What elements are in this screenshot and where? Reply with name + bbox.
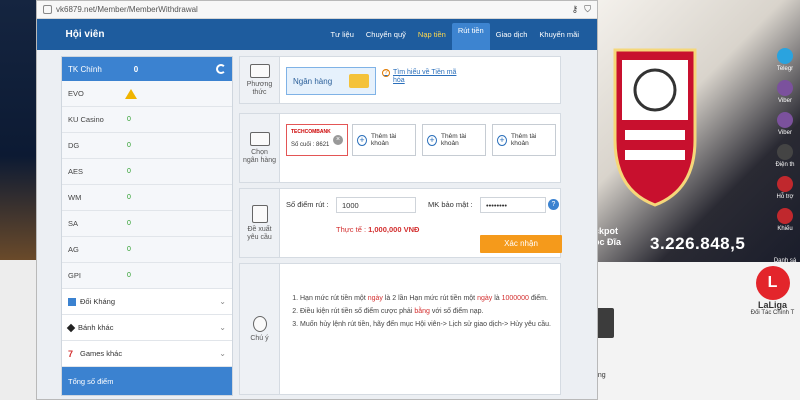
promo-jackpot-amount: 3.226.848,5 [650, 234, 746, 253]
promo-jackpot-text: ckpot ọc Đĩa [594, 226, 622, 247]
balance-panel: TK Chính 0 EVO KU Casino 0 DG 0 AES 0 WM 0 S… [61, 56, 233, 396]
method-bank-option[interactable]: Ngân hàng [286, 67, 376, 95]
actual-amount: Thực tế : 1,000,000 VNĐ [336, 225, 420, 234]
page-title: Hội viên [65, 29, 105, 40]
side-item-support[interactable]: Hỗ trợ [770, 168, 800, 200]
site-side-menu: Telegr Viber Viber Điện th Hỗ trợ Khiếu … [770, 40, 800, 264]
address-bar-actions: ⚷ ⛉ [572, 4, 591, 15]
notes-label-cell: Chú ý [240, 264, 280, 394]
add-account-button[interactable]: + Thêm tài khoản [352, 124, 416, 156]
total-points-row: Tổng số điểm [62, 367, 232, 395]
member-tabs: Tư liệu Chuyển quỹ Nạp tiền Rút tiền Gia… [325, 23, 586, 50]
plus-icon: + [357, 134, 368, 146]
bank-label-cell: Chọn ngân hàng [240, 114, 280, 182]
close-icon[interactable]: × [333, 135, 343, 145]
tab-deposit[interactable]: Nạp tiền [412, 23, 452, 45]
chevron-down-icon: ⌄ [219, 349, 226, 358]
wallet-row: WM 0 [62, 185, 232, 211]
points-label: Số điểm rút : [286, 200, 329, 209]
tab-transactions[interactable]: Giao dịch [490, 23, 534, 45]
method-section: Phương thức Ngân hàng ? Tìm hiểu về Tiền… [239, 56, 561, 104]
url-text[interactable]: vk6879.net/Member/MemberWithdrawal [56, 5, 198, 14]
background-left-bottom [0, 260, 40, 400]
wallet-row: SA 0 [62, 211, 232, 237]
shield-icon[interactable]: ⛉ [584, 4, 591, 15]
side-item-complaint[interactable]: Khiếu [770, 200, 800, 232]
tab-promotions[interactable]: Khuyến mãi [533, 23, 585, 45]
page-body: TK Chính 0 EVO KU Casino 0 DG 0 AES 0 WM 0 S… [37, 51, 597, 399]
question-icon: ? [382, 69, 390, 77]
address-bar: vk6879.net/Member/MemberWithdrawal ⚷ ⛉ [37, 1, 597, 19]
key-icon[interactable]: ⚷ [572, 4, 579, 15]
group-row-versus[interactable]: Đối Kháng ⌄ [62, 289, 232, 315]
wallet-row: DG 0 [62, 133, 232, 159]
wallet-row: GPI 0 [62, 263, 232, 289]
wallet-row-evo: EVO [62, 81, 232, 107]
side-item-viber[interactable]: Viber [770, 72, 800, 104]
side-item-phone[interactable]: Điện th [770, 136, 800, 168]
request-label-cell: Đề xuất yêu cầu [240, 189, 280, 257]
wallet-row: AES 0 [62, 159, 232, 185]
laliga-logo-icon: L [755, 266, 790, 300]
wallet-row: AG 0 [62, 237, 232, 263]
lightbulb-icon [252, 315, 267, 332]
wallet-row: KU Casino 0 [62, 107, 232, 133]
points-input[interactable]: 1000 [336, 197, 416, 213]
note-item: Điều kiện rút tiền số điểm cược phải bằn… [300, 307, 552, 317]
bank-section: Chọn ngân hàng TECHCOMBANK Số cuối : 862… [239, 113, 561, 183]
main-account-row: TK Chính 0 [62, 57, 232, 81]
crypto-info-link[interactable]: ? Tìm hiểu về Tiền mã hóa [382, 69, 456, 85]
chevron-down-icon: ⌄ [219, 323, 226, 332]
seven-icon: 7 [68, 348, 74, 359]
withdraw-window: vk6879.net/Member/MemberWithdrawal ⚷ ⛉ H… [36, 0, 598, 400]
add-account-button[interactable]: + Thêm tài khoản [422, 124, 486, 156]
add-account-button[interactable]: + Thêm tài khoản [492, 124, 556, 156]
versus-icon [68, 297, 76, 306]
group-row-other-cards[interactable]: Bánh khác ⌄ [62, 315, 232, 341]
tab-profile[interactable]: Tư liệu [325, 23, 360, 45]
chevron-down-icon: ⌄ [219, 297, 226, 306]
main-account-value: 0 [133, 64, 139, 74]
withdraw-request-section: Đề xuất yêu cầu Số điểm rút : 1000 MK bả… [239, 188, 562, 258]
side-item-telegram[interactable]: Telegr [770, 40, 800, 72]
spade-icon [66, 323, 76, 332]
cards-icon [249, 131, 270, 146]
plus-icon: + [427, 134, 438, 146]
tab-transfer[interactable]: Chuyển quỹ [360, 23, 412, 45]
security-password-input[interactable]: •••••••• [480, 197, 546, 213]
password-label: MK bảo mật : [428, 200, 473, 209]
background-left-panel [0, 0, 40, 260]
card-icon [249, 63, 270, 78]
document-icon [251, 204, 268, 223]
notes-list: Hạn mức rút tiền một ngày là 2 lần Hạn m… [290, 294, 552, 333]
help-icon[interactable]: ? [548, 199, 559, 210]
warning-icon [125, 88, 137, 99]
note-item: Muốn hủy lệnh rút tiền, hãy đến mục Hội … [300, 320, 552, 330]
club-crest-image [613, 48, 697, 207]
notes-section: Chú ý Hạn mức rút tiền một ngày là 2 lần… [239, 263, 561, 395]
side-item-list[interactable]: Danh sá [770, 232, 800, 264]
plus-icon: + [497, 134, 508, 146]
refresh-icon[interactable] [216, 64, 226, 74]
lock-icon [43, 5, 52, 14]
bank-card-selected[interactable]: TECHCOMBANK Số cuối : 8621 × [286, 124, 348, 156]
tab-withdraw[interactable]: Rút tiền [451, 23, 490, 50]
confirm-button[interactable]: Xác nhận [480, 235, 562, 253]
group-row-other-games[interactable]: 7 Games khác ⌄ [62, 341, 232, 367]
main-account-label: TK Chính [68, 64, 102, 74]
laliga-badge: L LaLiga Đối Tác Chính T [745, 262, 800, 322]
side-item-viber-2[interactable]: Viber [770, 104, 800, 136]
note-item: Hạn mức rút tiền một ngày là 2 lần Hạn m… [300, 294, 552, 304]
member-header: Hội viên Tư liệu Chuyển quỹ Nạp tiền Rút… [37, 19, 597, 50]
bank-card-icon [349, 74, 369, 88]
method-label-cell: Phương thức [240, 57, 280, 103]
